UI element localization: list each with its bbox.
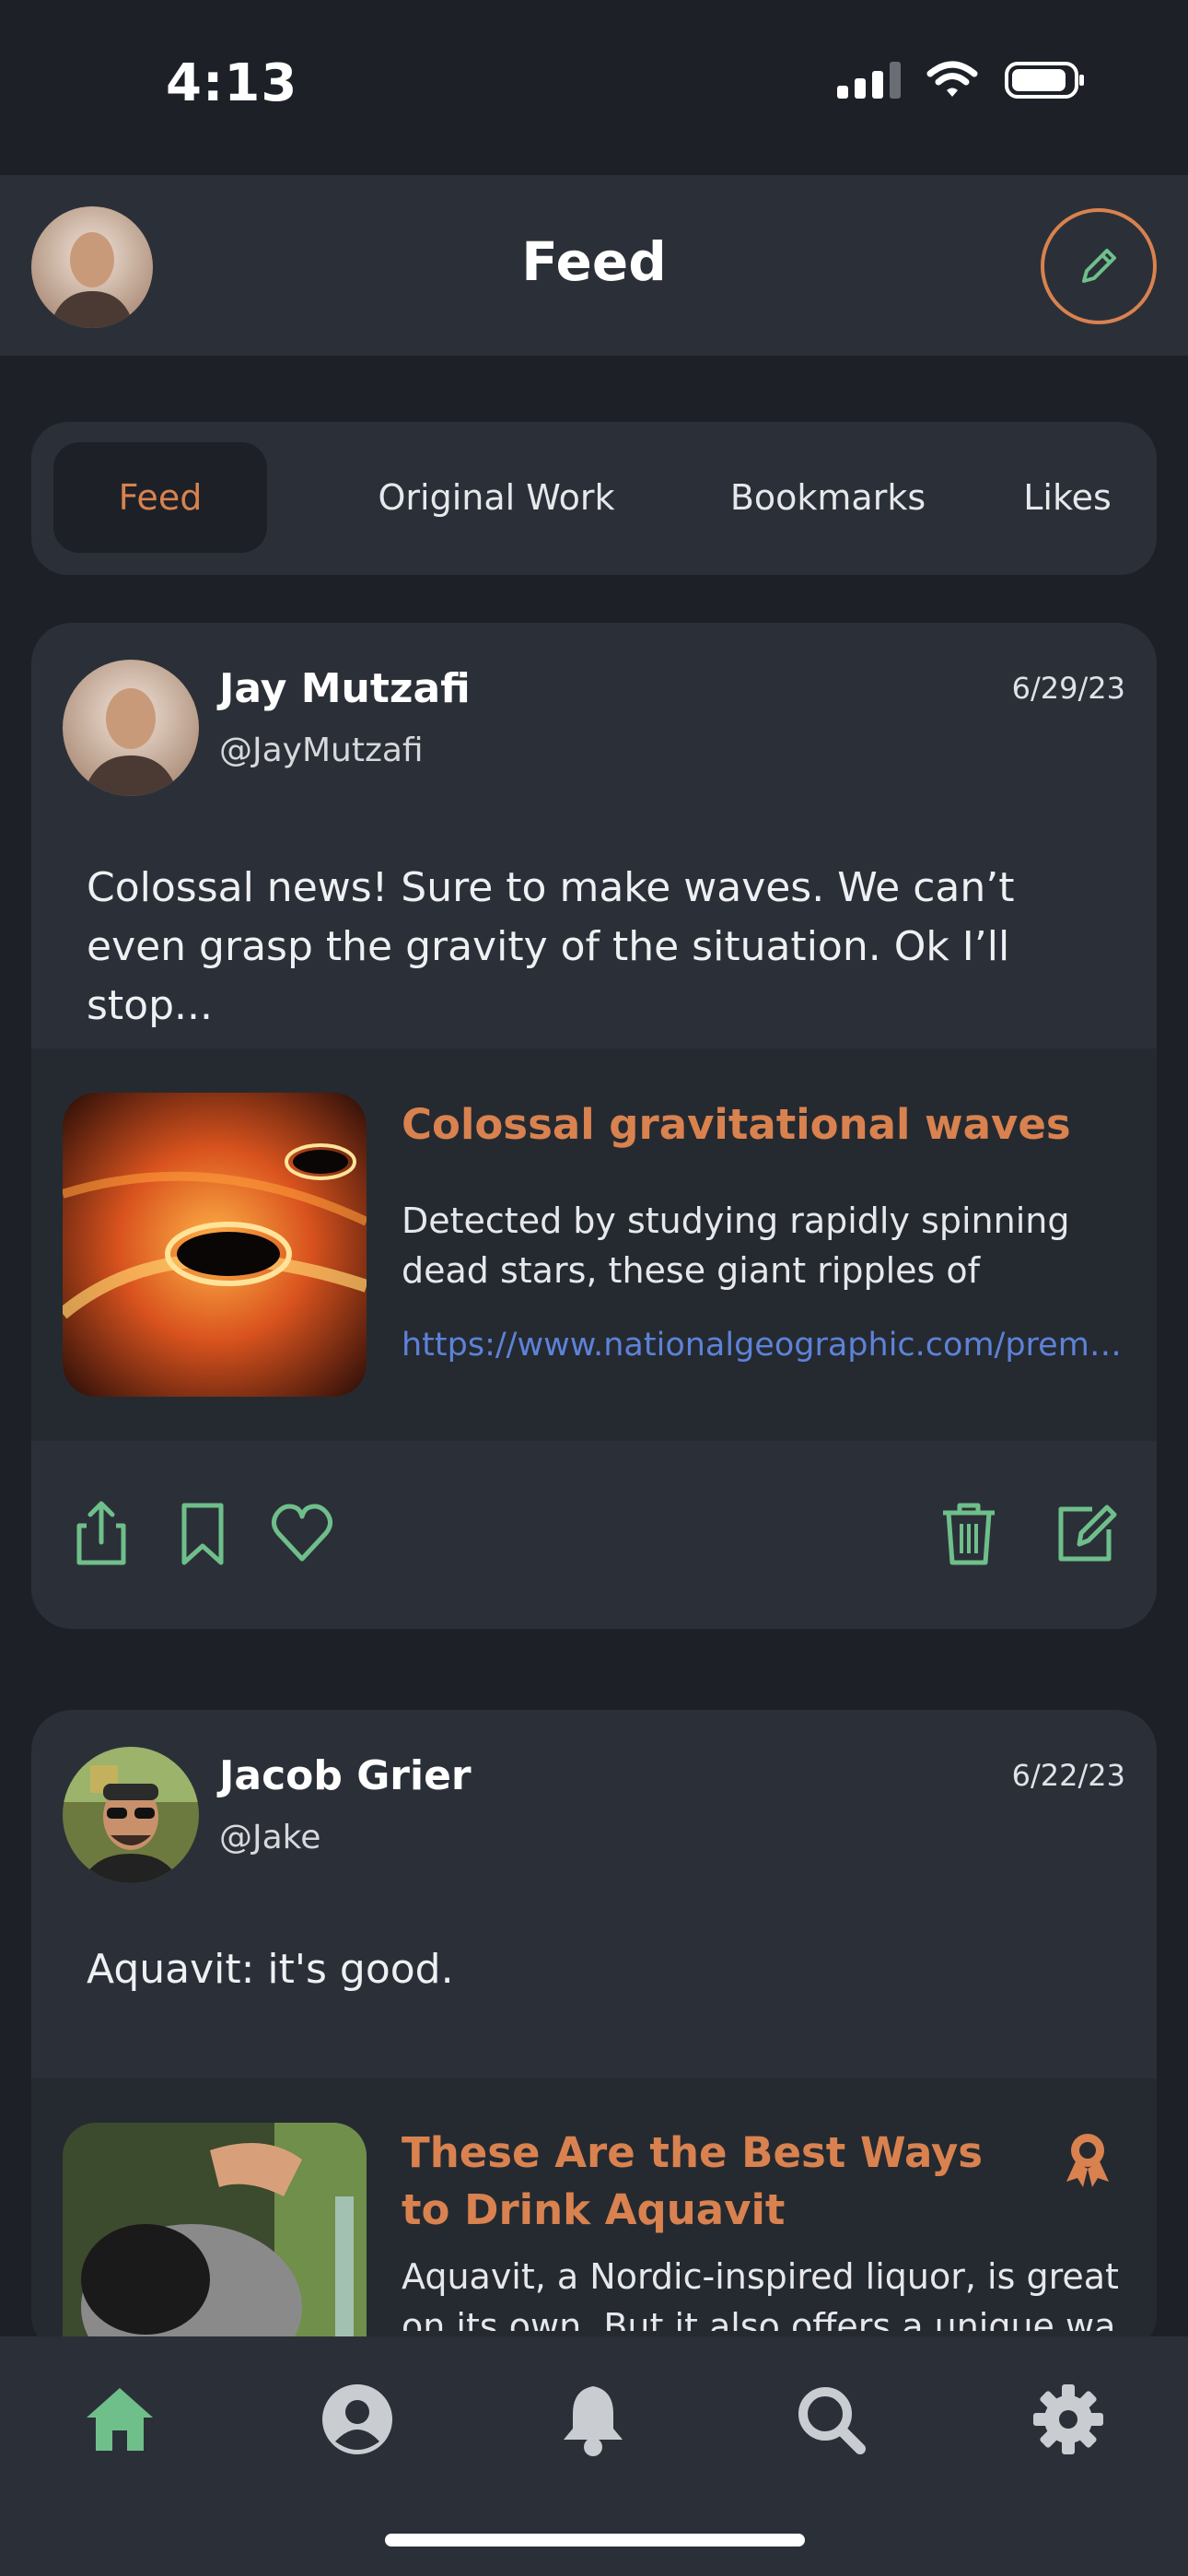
wifi-icon [926,61,978,97]
status-time: 4:13 [166,53,298,113]
avatar[interactable] [63,660,199,796]
link-url[interactable]: https://www.nationalgeographic.com/premi… [402,1327,1125,1364]
post-card: Jay Mutzafi @JayMutzafi 6/29/23 Colossal… [31,623,1157,1629]
status-bar: 4:13 [0,0,1188,175]
link-title[interactable]: These Are the Best Ways to Drink Aquavit [402,2125,1019,2239]
edit-icon[interactable] [1052,1498,1122,1568]
home-indicator[interactable] [385,2534,805,2547]
link-title[interactable]: Colossal gravitational waves [402,1096,1120,1153]
nav-notifications[interactable] [547,2373,639,2465]
heart-icon[interactable] [267,1498,337,1568]
award-icon[interactable] [1055,2126,1120,2191]
bookmark-icon[interactable] [168,1498,238,1568]
tab-original-work[interactable]: Original Work [335,442,658,553]
link-preview[interactable]: These Are the Best Ways to Drink Aquavit… [31,2078,1157,2355]
post-handle[interactable]: @Jake [219,1819,320,1856]
post-author[interactable]: Jay Mutzafi [219,665,471,712]
post-card: Jacob Grier @Jake 6/22/23 Aquavit: it's … [31,1710,1157,2355]
status-icons [837,61,1087,100]
gear-icon [1033,2384,1103,2454]
link-description: Detected by studying rapidly spinning de… [402,1200,1070,1291]
search-icon [798,2387,866,2454]
cellular-signal-icon [837,62,901,99]
app-header: Feed [0,175,1188,356]
nav-settings[interactable] [1022,2373,1114,2465]
trash-icon[interactable] [934,1498,1004,1568]
post-date: 6/22/23 [1011,1758,1125,1793]
tab-bookmarks[interactable]: Bookmarks [694,442,961,553]
page-title: Feed [521,230,667,293]
link-thumbnail [63,1093,367,1397]
nav-profile[interactable] [311,2373,403,2465]
post-text: Aquavit: it's good. [87,1946,454,1993]
link-description: Aquavit, a Nordic-inspired liquor, is gr… [402,2256,1119,2331]
compose-button[interactable] [1041,208,1157,324]
post-author[interactable]: Jacob Grier [219,1752,472,1799]
tab-feed[interactable]: Feed [53,442,267,553]
tab-likes[interactable]: Likes [998,442,1136,553]
link-preview[interactable]: Colossal gravitational waves Detected by… [31,1048,1157,1441]
post-text: Colossal news! Sure to make waves. We ca… [87,864,1015,1029]
feed-tabs: Feed Original Work Bookmarks Likes [31,422,1157,575]
bell-icon [564,2386,623,2456]
post-handle[interactable]: @JayMutzafi [219,732,424,769]
home-icon [87,2388,153,2451]
nav-search[interactable] [785,2373,877,2465]
post-date: 6/29/23 [1011,671,1125,706]
profile-icon [322,2384,392,2454]
post-actions [31,1441,1157,1625]
share-icon[interactable] [66,1498,136,1568]
battery-icon [1005,62,1084,99]
link-thumbnail [63,2123,367,2355]
nav-home[interactable] [74,2373,166,2465]
pencil-icon [1082,249,1116,283]
avatar[interactable] [63,1747,199,1883]
